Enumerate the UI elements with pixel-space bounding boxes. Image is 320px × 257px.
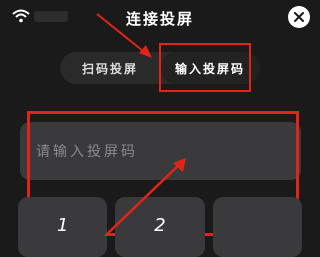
keypad-key[interactable]: 1 <box>18 197 108 257</box>
close-button[interactable] <box>288 6 310 28</box>
keypad-key[interactable] <box>212 197 302 257</box>
keypad-key[interactable]: 2 <box>115 197 205 257</box>
tab-scan-qr[interactable]: 扫码投屏 <box>60 52 160 84</box>
page-title: 连接投屏 <box>125 10 194 28</box>
annotation-box-tab <box>159 43 251 92</box>
keypad: 1 2 <box>18 197 302 257</box>
close-icon <box>294 12 304 22</box>
